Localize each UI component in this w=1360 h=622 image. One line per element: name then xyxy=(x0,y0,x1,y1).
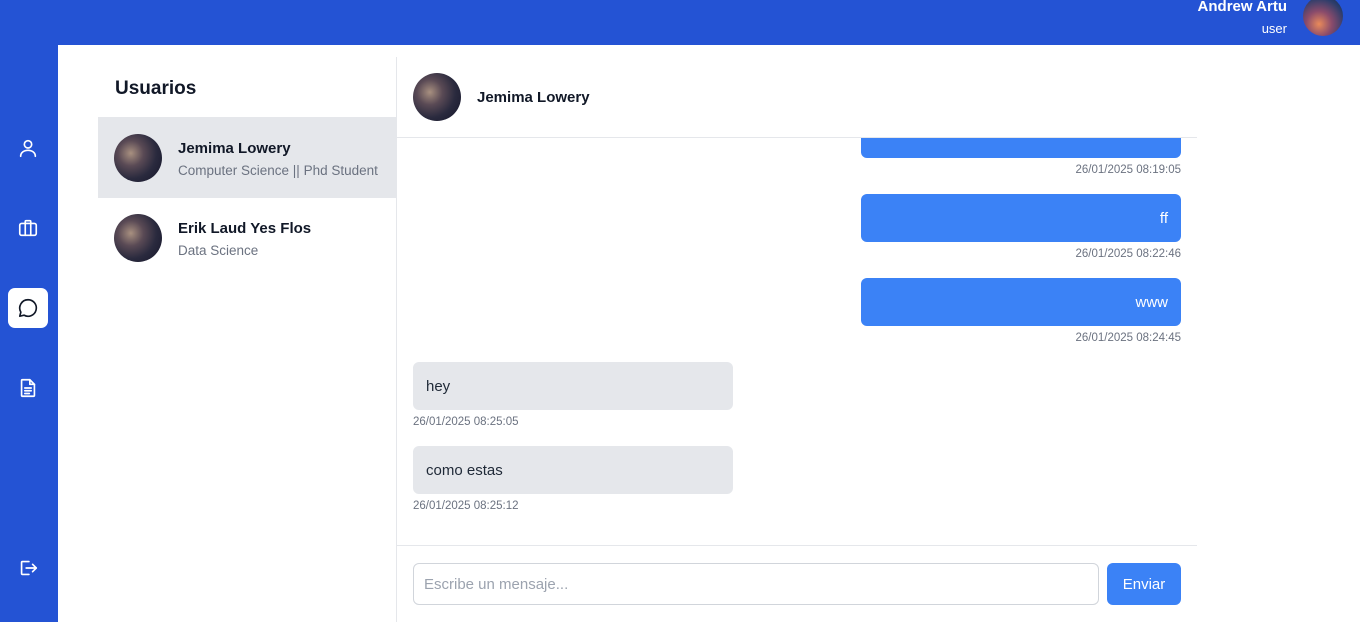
current-user-name: Andrew Artu xyxy=(1197,0,1287,15)
chat-icon xyxy=(18,298,38,318)
top-bar: Andrew Artu user xyxy=(0,0,1360,45)
users-title: Usuarios xyxy=(115,78,197,99)
user-name: Erik Laud Yes Flos xyxy=(178,220,312,237)
user-subtitle: Data Science xyxy=(178,243,259,258)
users-panel: Usuarios Jemima Lowery Computer Science … xyxy=(98,57,397,622)
user-name: Jemima Lowery xyxy=(178,140,291,157)
message-timestamp: 26/01/2025 08:25:05 xyxy=(413,416,519,428)
logout-icon xyxy=(20,560,38,576)
main-content: Usuarios Jemima Lowery Computer Science … xyxy=(58,45,1360,622)
document-icon xyxy=(20,378,36,398)
message-bubble-outgoing: www xyxy=(861,278,1181,326)
current-user-info: Andrew Artu user xyxy=(1198,0,1287,38)
message-timestamp: 26/01/2025 08:24:45 xyxy=(1075,332,1181,344)
avatar xyxy=(114,214,162,262)
sidebar-item-jobs[interactable] xyxy=(8,208,48,248)
message-bubble-outgoing xyxy=(861,138,1181,158)
sidebar-item-profile[interactable] xyxy=(8,128,48,168)
message-composer: Enviar xyxy=(397,545,1197,622)
sidebar-item-documents[interactable] xyxy=(8,368,48,408)
user-subtitle: Computer Science || Phd Student xyxy=(178,163,378,178)
sidebar-item-chat[interactable] xyxy=(8,288,48,328)
user-icon xyxy=(19,139,37,158)
contact-avatar xyxy=(413,73,461,121)
avatar xyxy=(114,134,162,182)
user-list-item[interactable]: Erik Laud Yes Flos Data Science xyxy=(98,197,396,278)
current-user-avatar[interactable] xyxy=(1303,0,1343,36)
message-input[interactable] xyxy=(413,563,1099,605)
message-list[interactable]: 26/01/2025 08:19:05 ff 26/01/2025 08:22:… xyxy=(397,138,1197,545)
message-timestamp: 26/01/2025 08:25:12 xyxy=(413,500,519,512)
message-bubble-outgoing: ff xyxy=(861,194,1181,242)
message-bubble-incoming: como estas xyxy=(413,446,733,494)
chat-header: Jemima Lowery xyxy=(397,57,1197,138)
current-user-role: user xyxy=(1261,21,1287,36)
message-timestamp: 26/01/2025 08:22:46 xyxy=(1075,248,1181,260)
chat-panel: Jemima Lowery 26/01/2025 08:19:05 ff 26/… xyxy=(397,57,1197,622)
contact-name: Jemima Lowery xyxy=(477,89,590,106)
message-bubble-incoming: hey xyxy=(413,362,733,410)
user-list-item[interactable]: Jemima Lowery Computer Science || Phd St… xyxy=(98,117,396,198)
sidebar xyxy=(0,45,58,622)
message-timestamp: 26/01/2025 08:19:05 xyxy=(1075,164,1181,176)
send-button[interactable]: Enviar xyxy=(1107,563,1181,605)
briefcase-icon xyxy=(18,219,38,237)
sidebar-item-logout[interactable] xyxy=(8,548,48,588)
